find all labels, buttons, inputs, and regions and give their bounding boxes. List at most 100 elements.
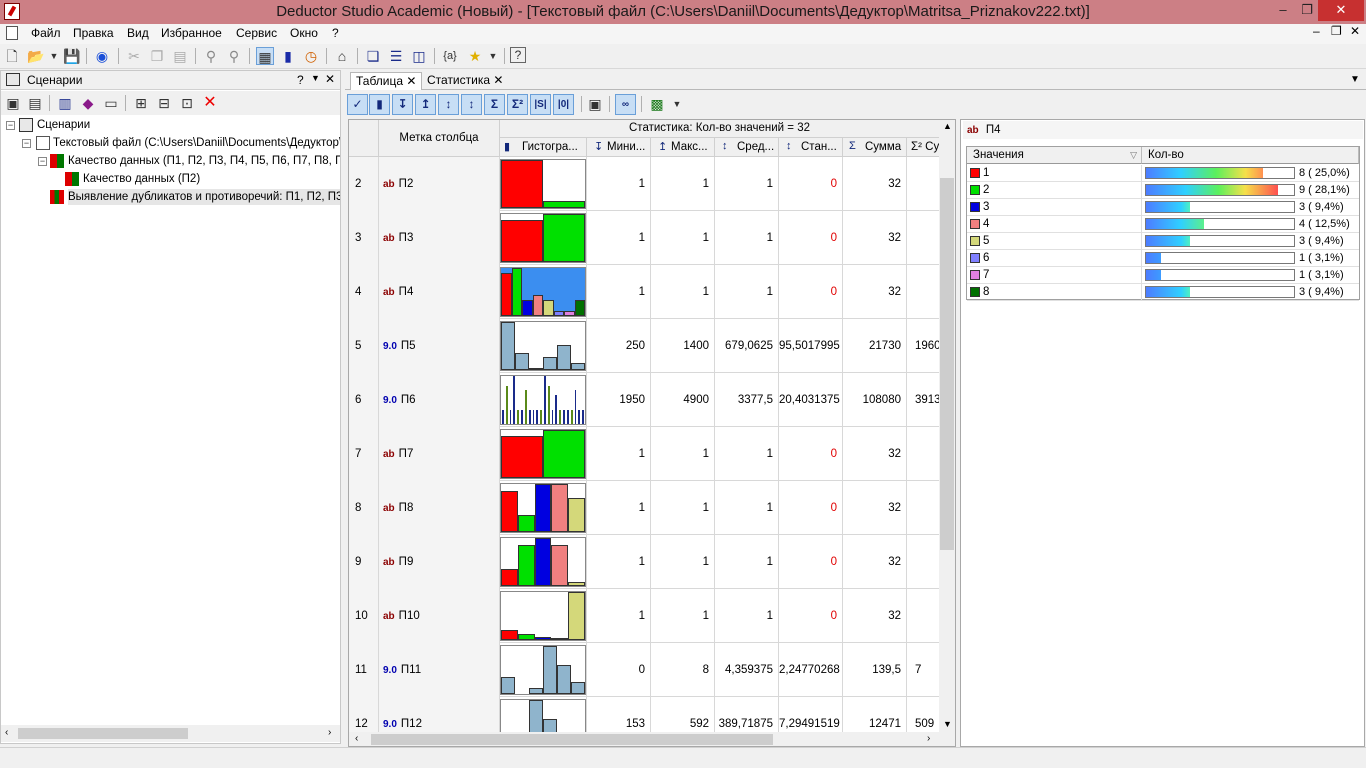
glasses-icon[interactable]: ∞: [615, 94, 636, 115]
cell-sum[interactable]: 139,5: [843, 643, 907, 697]
cell-sum2[interactable]: 7: [907, 643, 939, 697]
cell-min[interactable]: 0: [587, 643, 651, 697]
tab-close-icon[interactable]: ✕: [493, 73, 503, 87]
empty-button[interactable]: |0|: [553, 94, 574, 115]
cell-sum[interactable]: 21730: [843, 319, 907, 373]
histogram-cell[interactable]: [500, 535, 587, 589]
cell-std[interactable]: 95,5017995: [779, 319, 843, 373]
copy-icon[interactable]: ❐: [148, 47, 166, 65]
cell-sum2[interactable]: [907, 481, 939, 535]
cell-sum[interactable]: 32: [843, 535, 907, 589]
table-row[interactable]: 69.0П6195049003377,520,40313751080803913…: [349, 373, 939, 427]
unique-button[interactable]: |S|: [530, 94, 551, 115]
scroll-down-arrow-icon[interactable]: ▼: [943, 719, 952, 729]
scroll-up-arrow-icon[interactable]: ▲: [943, 121, 952, 131]
cell-max[interactable]: 1: [651, 481, 715, 535]
cell-min[interactable]: 250: [587, 319, 651, 373]
cell-avg[interactable]: 389,71875: [715, 697, 779, 732]
scrollbar-thumb[interactable]: [371, 734, 773, 745]
maximize-button[interactable]: ❐: [1296, 0, 1318, 21]
cell-std[interactable]: 0: [779, 265, 843, 319]
cell-sum2[interactable]: [907, 589, 939, 643]
value-row[interactable]: 5 3 ( 9,4%): [967, 233, 1359, 250]
histogram-cell[interactable]: [500, 481, 587, 535]
cell-avg[interactable]: 679,0625: [715, 319, 779, 373]
home-icon[interactable]: ⌂: [333, 47, 351, 65]
cell-std[interactable]: 7,29491519: [779, 697, 843, 732]
sum-squares-button[interactable]: Σ²: [507, 94, 528, 115]
std-dev-icon[interactable]: ↕: [461, 94, 482, 115]
value-row[interactable]: 2 9 ( 28,1%): [967, 182, 1359, 199]
col-header-count[interactable]: Кол-во: [1142, 147, 1359, 164]
cell-avg[interactable]: 1: [715, 157, 779, 211]
tile-vertical-icon[interactable]: ◫: [410, 47, 428, 65]
mean-icon[interactable]: ↕: [438, 94, 459, 115]
table-row[interactable]: 7 ab П7 1 1 1 0 32: [349, 427, 939, 481]
histogram-cell[interactable]: [500, 265, 587, 319]
wizard-visualize-icon[interactable]: ▤: [26, 94, 44, 112]
cell-min[interactable]: 1950: [587, 373, 651, 427]
menu-help[interactable]: ?: [332, 26, 339, 40]
tree-collapse-icon[interactable]: ⊡: [178, 94, 196, 112]
scroll-left-arrow-icon[interactable]: ‹: [355, 733, 358, 744]
value-row[interactable]: 8 3 ( 9,4%): [967, 284, 1359, 301]
panel-menu-icon[interactable]: ▼: [311, 73, 320, 83]
globe-icon[interactable]: ◉: [93, 47, 111, 65]
histogram-cell[interactable]: [500, 427, 587, 481]
value-row[interactable]: 4 4 ( 12,5%): [967, 216, 1359, 233]
cell-avg[interactable]: 1: [715, 535, 779, 589]
cell-sum[interactable]: 32: [843, 481, 907, 535]
cell-avg[interactable]: 1: [715, 589, 779, 643]
cell-sum[interactable]: 32: [843, 265, 907, 319]
dropdown-arrow-icon[interactable]: ▼: [668, 95, 686, 113]
cell-sum[interactable]: 32: [843, 427, 907, 481]
table-row[interactable]: 10 ab П10 1 1 1 0 32: [349, 589, 939, 643]
column-label-header[interactable]: Метка столбца: [379, 120, 500, 157]
wizard-process-icon[interactable]: ▥: [56, 94, 74, 112]
cell-sum2[interactable]: [907, 427, 939, 481]
dropdown-arrow-icon[interactable]: ▼: [45, 47, 63, 65]
cell-sum2[interactable]: 1960: [907, 319, 939, 373]
menu-edit[interactable]: Правка: [73, 26, 114, 40]
column-label-cell[interactable]: ab П10: [379, 589, 500, 643]
table-row[interactable]: 11 9.0 П11 0 8 4,359375 2,24770268 139,5 7: [349, 643, 939, 697]
tree-node-duplicates[interactable]: Выявление дубликатов и противоречий: П1,…: [68, 189, 340, 205]
tree-move-icon[interactable]: ⊞: [132, 94, 150, 112]
dropdown-arrow-icon[interactable]: ▼: [484, 47, 502, 65]
value-row[interactable]: 1 8 ( 25,0%): [967, 165, 1359, 182]
table-row[interactable]: 9 ab П9 1 1 1 0 32: [349, 535, 939, 589]
cell-min[interactable]: 153: [587, 697, 651, 732]
cell-std[interactable]: 20,4031375: [779, 373, 843, 427]
tree-collapse-toggle[interactable]: −: [6, 121, 15, 130]
table-row[interactable]: 12 9.0 П12 153 592 389,71875 7,29491519 12471 50…: [349, 697, 939, 732]
wizard-import-icon[interactable]: ▣: [4, 94, 22, 112]
tree-node-scenarios[interactable]: Сценарии: [37, 117, 90, 133]
mdi-minimize-button[interactable]: –: [1313, 24, 1320, 38]
tree-collapse-toggle[interactable]: −: [22, 139, 31, 148]
tab-statistics[interactable]: Статистика ✕: [422, 72, 508, 90]
table-row[interactable]: 5 9.0 П5 250 1400 679,0625 95,5017995 21730 1960: [349, 319, 939, 373]
clock-icon[interactable]: ◷: [302, 47, 320, 65]
cell-min[interactable]: 1: [587, 211, 651, 265]
document-icon[interactable]: [6, 26, 18, 40]
cell-sum[interactable]: 32: [843, 157, 907, 211]
wizard-export-icon[interactable]: ▭: [102, 94, 120, 112]
cell-max[interactable]: 8: [651, 643, 715, 697]
column-label-cell[interactable]: ab П2: [379, 157, 500, 211]
scrollbar-thumb[interactable]: [18, 728, 188, 739]
histogram-cell[interactable]: [500, 373, 587, 427]
cell-std[interactable]: 0: [779, 589, 843, 643]
cell-min[interactable]: 1: [587, 589, 651, 643]
cell-max[interactable]: 1: [651, 265, 715, 319]
value-row[interactable]: 6 1 ( 3,1%): [967, 250, 1359, 267]
tree-collapse-toggle[interactable]: −: [38, 157, 47, 166]
grid-vertical-scrollbar[interactable]: ▲ ▼: [939, 120, 955, 732]
cell-avg[interactable]: 1: [715, 211, 779, 265]
histogram-cell[interactable]: [500, 643, 587, 697]
open-folder-icon[interactable]: 📂: [27, 47, 45, 65]
cell-sum2[interactable]: [907, 157, 939, 211]
menu-view[interactable]: Вид: [127, 26, 149, 40]
minimize-button[interactable]: –: [1270, 0, 1296, 21]
cell-avg[interactable]: 3377,5: [715, 373, 779, 427]
wizard-mining-icon[interactable]: ◆: [79, 94, 97, 112]
